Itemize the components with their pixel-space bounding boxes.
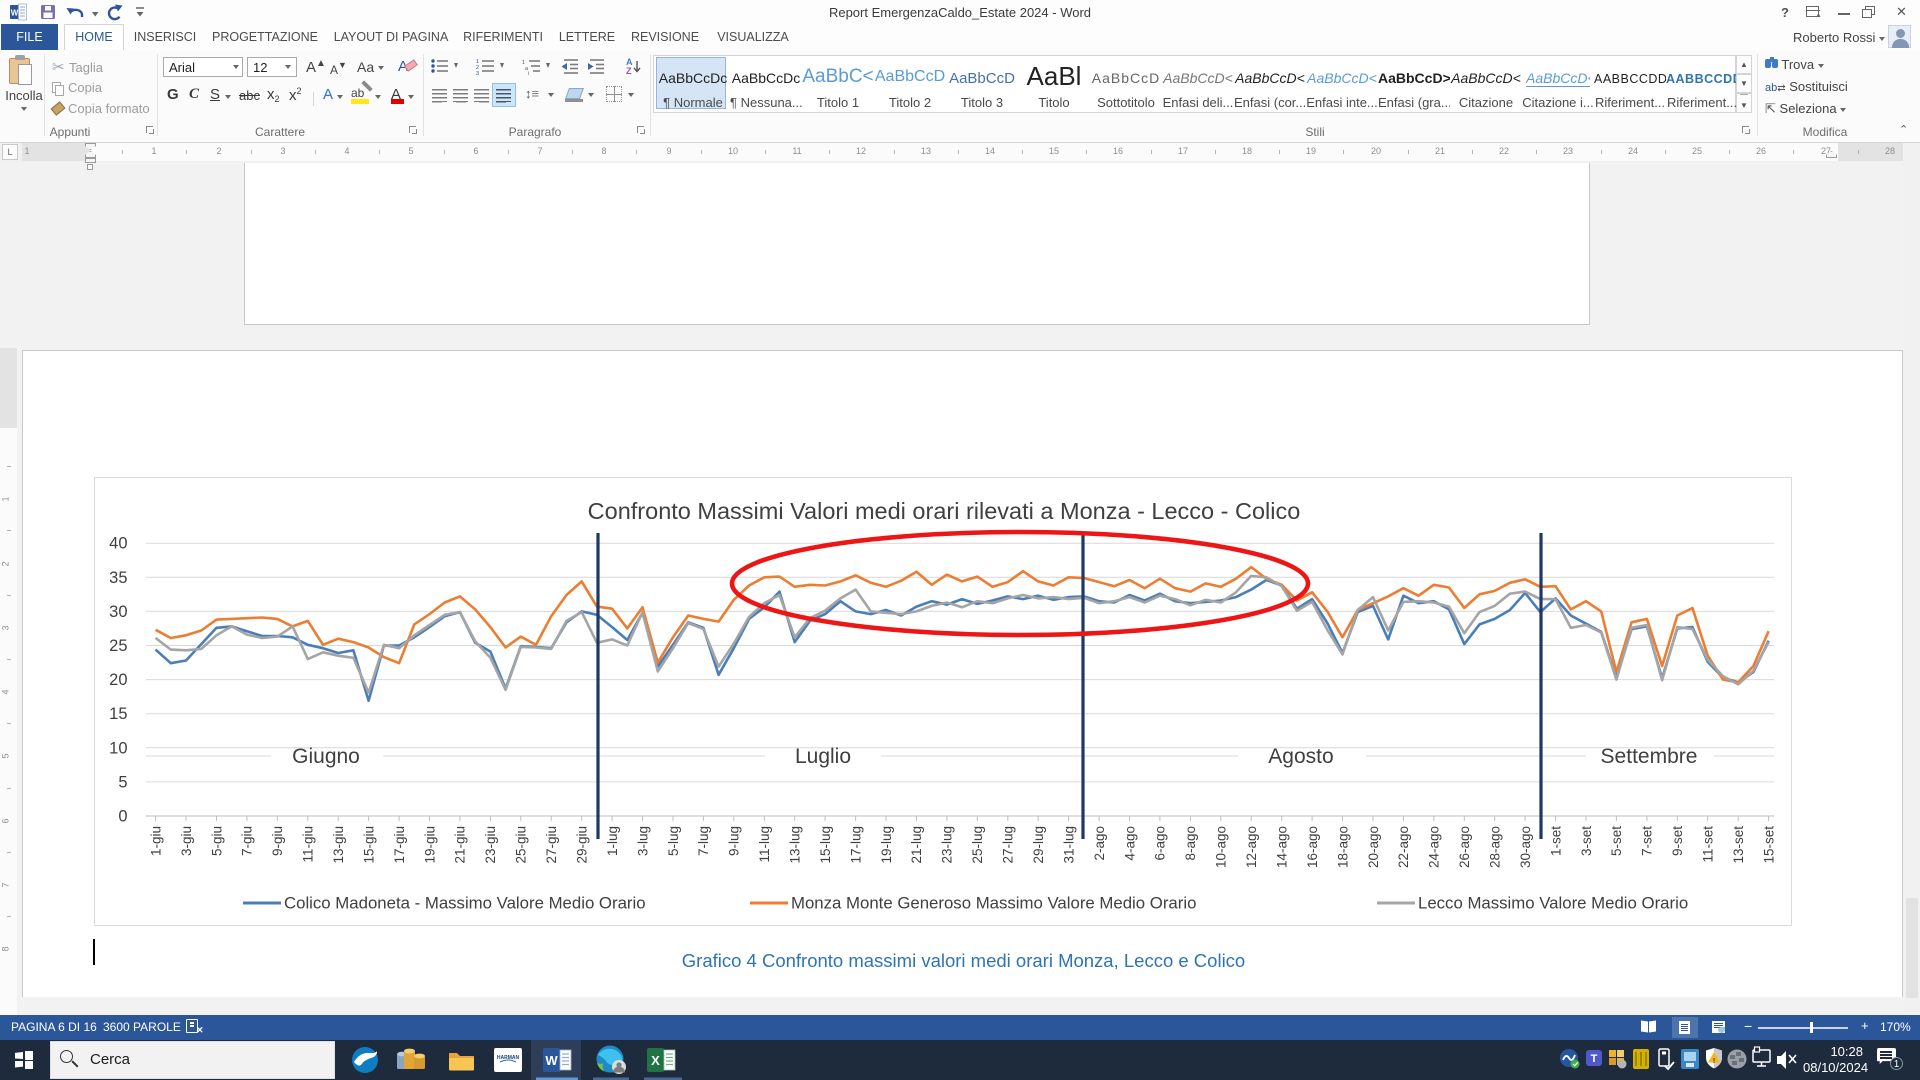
svg-text:Monza Monte Generoso Massimo V: Monza Monte Generoso Massimo Valore Medi… [791, 894, 1196, 913]
svg-text:6-ago: 6-ago [1153, 826, 1168, 861]
svg-text:23-lug: 23-lug [940, 826, 955, 864]
svg-text:Giugno: Giugno [292, 745, 360, 768]
svg-text:3-set: 3-set [1579, 826, 1594, 856]
svg-text:29-lug: 29-lug [1031, 826, 1046, 864]
svg-text:23-giu: 23-giu [483, 826, 498, 864]
svg-text:!: ! [1713, 1058, 1715, 1065]
svg-text:Luglio: Luglio [795, 745, 851, 768]
svg-text:T: T [1591, 1053, 1598, 1065]
svg-text:Confronto Massimi Valori medi: Confronto Massimi Valori medi orari rile… [588, 498, 1301, 524]
svg-text:1-giu: 1-giu [148, 826, 163, 856]
svg-text:7-lug: 7-lug [696, 826, 711, 856]
svg-text:Agosto: Agosto [1268, 745, 1333, 768]
svg-text:9-lug: 9-lug [727, 826, 742, 856]
svg-text:35: 35 [109, 569, 127, 587]
svg-text:5-giu: 5-giu [209, 826, 224, 856]
svg-text:10-ago: 10-ago [1214, 826, 1229, 868]
svg-text:5-set: 5-set [1609, 826, 1624, 856]
svg-text:20-ago: 20-ago [1366, 826, 1381, 868]
svg-text:27-lug: 27-lug [1001, 826, 1016, 864]
svg-text:3-lug: 3-lug [635, 826, 650, 856]
svg-text:15-giu: 15-giu [361, 826, 376, 864]
svg-text:Settembre: Settembre [1601, 745, 1698, 768]
svg-text:13-lug: 13-lug [788, 826, 803, 864]
svg-text:14-ago: 14-ago [1275, 826, 1290, 868]
svg-text:25-lug: 25-lug [970, 826, 985, 864]
svg-text:3-giu: 3-giu [179, 826, 194, 856]
svg-text:9-set: 9-set [1670, 826, 1685, 856]
svg-text:2-ago: 2-ago [1092, 826, 1107, 861]
svg-text:15-lug: 15-lug [818, 826, 833, 864]
svg-text:Lecco Massimo Valore Medio Ora: Lecco Massimo Valore Medio Orario [1418, 894, 1688, 913]
svg-text:15-set: 15-set [1761, 826, 1776, 864]
svg-text:24-ago: 24-ago [1427, 826, 1442, 868]
svg-text:13-giu: 13-giu [331, 826, 346, 864]
svg-text:10: 10 [109, 739, 127, 757]
svg-text:12-ago: 12-ago [1244, 826, 1259, 868]
svg-text:11-lug: 11-lug [757, 826, 772, 863]
svg-text:7-set: 7-set [1640, 826, 1655, 856]
svg-text:26-ago: 26-ago [1457, 826, 1472, 868]
svg-text:19-giu: 19-giu [422, 826, 437, 864]
svg-text:i: i [528, 71, 529, 75]
svg-text:22-ago: 22-ago [1396, 826, 1411, 868]
svg-text:13-set: 13-set [1731, 826, 1746, 864]
svg-text:19-lug: 19-lug [879, 826, 894, 864]
svg-text:7-giu: 7-giu [240, 826, 255, 856]
svg-text:21-giu: 21-giu [453, 826, 468, 864]
svg-text:9-giu: 9-giu [270, 826, 285, 856]
svg-text:15: 15 [109, 705, 127, 723]
svg-text:30: 30 [109, 603, 127, 621]
svg-text:3: 3 [476, 71, 479, 75]
svg-text:17-giu: 17-giu [392, 826, 407, 864]
svg-text:20: 20 [109, 671, 127, 689]
svg-text:30-ago: 30-ago [1518, 826, 1533, 868]
svg-text:11-set: 11-set [1701, 826, 1716, 863]
svg-text:5-lug: 5-lug [666, 826, 681, 856]
svg-text:28-ago: 28-ago [1488, 826, 1503, 868]
svg-text:8-ago: 8-ago [1183, 826, 1198, 861]
svg-text:Colico Madoneta - Massimo Valo: Colico Madoneta - Massimo Valore Medio O… [284, 894, 646, 913]
svg-text:16-ago: 16-ago [1305, 826, 1320, 868]
svg-text:1-lug: 1-lug [605, 826, 620, 856]
svg-text:0: 0 [118, 808, 127, 826]
svg-text:31-lug: 31-lug [1061, 826, 1076, 864]
svg-text:11-giu: 11-giu [301, 826, 316, 863]
svg-text:17-lug: 17-lug [848, 826, 863, 864]
svg-text:18-ago: 18-ago [1335, 826, 1350, 868]
svg-text:29-giu: 29-giu [575, 826, 590, 864]
svg-text:27-giu: 27-giu [544, 826, 559, 864]
svg-text:5: 5 [118, 773, 127, 791]
svg-text:1-set: 1-set [1548, 826, 1563, 856]
svg-text:40: 40 [109, 535, 127, 553]
svg-text:W: W [11, 9, 19, 18]
svg-text:4-ago: 4-ago [1122, 826, 1137, 861]
svg-text:25-giu: 25-giu [514, 826, 529, 864]
svg-text:25: 25 [109, 637, 127, 655]
svg-text:21-lug: 21-lug [909, 826, 924, 864]
svg-text:W: W [545, 1053, 558, 1068]
svg-text:Z: Z [626, 66, 632, 75]
svg-text:X: X [651, 1053, 660, 1068]
